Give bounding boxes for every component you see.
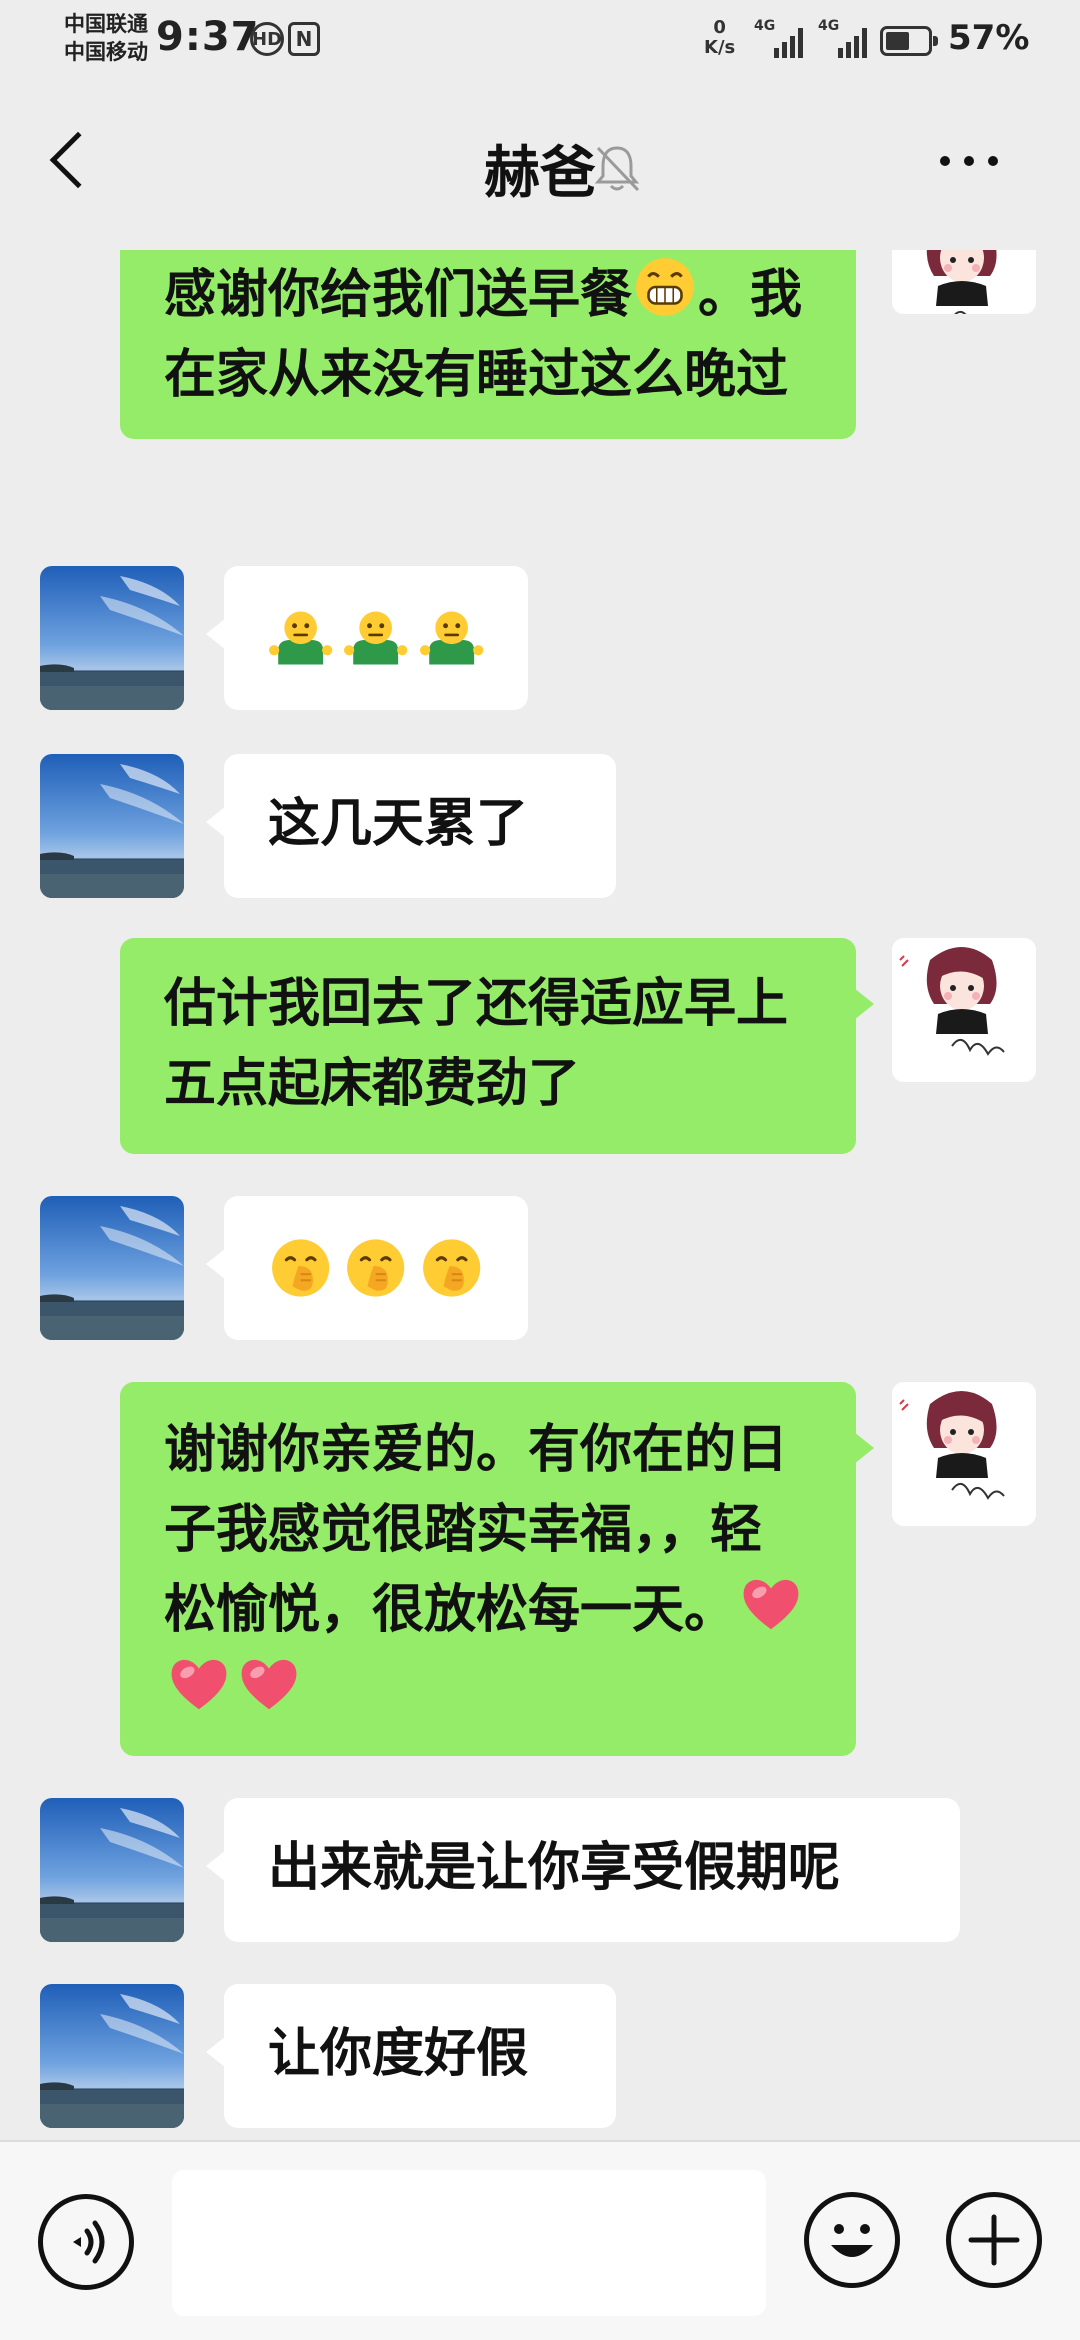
- shrug-emoji: [419, 604, 484, 672]
- contact-avatar[interactable]: [40, 754, 184, 898]
- grin-emoji: [632, 254, 698, 320]
- message-bubble-mine[interactable]: 谢谢你亲爱的。有你在的日子我感觉很踏实幸福，，轻松愉悦，很放松每一天。: [120, 1382, 874, 1756]
- emoji-button[interactable]: [804, 2192, 900, 2288]
- message-bubble-mine[interactable]: 感谢你给我们送早餐 。我在家从来没有睡过这么晚过: [120, 250, 856, 439]
- heart-emoji: [736, 1573, 806, 1635]
- smiley-icon: [831, 2224, 873, 2257]
- dot-icon: [988, 156, 998, 166]
- hd-call-icon: HD: [250, 22, 284, 56]
- nfc-icon: N: [288, 22, 320, 56]
- message-bubble-theirs[interactable]: [206, 566, 528, 710]
- network-speed: 0 K/s: [704, 17, 736, 58]
- chuckle-emoji: [268, 1234, 333, 1302]
- heart-emoji: [234, 1653, 304, 1715]
- contact-avatar[interactable]: [40, 1798, 184, 1942]
- status-bar: 中国联通 中国移动 9:37 HD N 0 K/s 4G 4G 57%: [0, 0, 1080, 80]
- carrier-1: 中国联通: [64, 12, 148, 36]
- contact-avatar[interactable]: [40, 1984, 184, 2128]
- my-avatar[interactable]: [892, 250, 1036, 314]
- battery-icon: [880, 26, 938, 56]
- clock: 9:37: [156, 14, 260, 60]
- battery-percent: 57%: [948, 18, 1030, 58]
- chuckle-emoji: [419, 1234, 484, 1302]
- signal-2-icon: 4G: [818, 18, 878, 58]
- message-list[interactable]: 感谢你给我们送早餐 。我在家从来没有睡过这么晚过 这几天累了 估计我回去了还得适…: [0, 250, 1080, 2140]
- shrug-emoji: [268, 604, 333, 672]
- plus-button[interactable]: [946, 2192, 1042, 2288]
- voice-button[interactable]: [38, 2194, 134, 2290]
- carrier-names: 中国联通 中国移动: [64, 10, 148, 66]
- message-bubble-mine[interactable]: 估计我回去了还得适应早上五点起床都费劲了: [120, 938, 874, 1154]
- chat-title[interactable]: 赫爸: [0, 128, 1080, 209]
- shrug-emoji: [343, 604, 408, 672]
- message-input[interactable]: [172, 2170, 766, 2316]
- signal-1-icon: 4G: [754, 18, 814, 58]
- more-options-button[interactable]: [940, 156, 1020, 176]
- input-bar: [0, 2140, 1080, 2340]
- contact-avatar[interactable]: [40, 566, 184, 710]
- bell-muted-icon: [594, 146, 640, 192]
- message-bubble-theirs[interactable]: [206, 1196, 528, 1340]
- heart-emoji: [164, 1653, 234, 1715]
- plus-icon: [968, 2214, 1020, 2266]
- my-avatar[interactable]: [892, 938, 1036, 1082]
- dot-icon: [940, 156, 950, 166]
- dot-icon: [964, 156, 974, 166]
- voice-icon: [73, 2220, 105, 2264]
- contact-avatar[interactable]: [40, 1196, 184, 1340]
- battery-fill: [886, 32, 909, 50]
- chuckle-emoji: [343, 1234, 408, 1302]
- chat-header: 赫爸: [0, 80, 1080, 250]
- message-bubble-theirs[interactable]: 让你度好假: [206, 1984, 616, 2128]
- message-bubble-theirs[interactable]: 出来就是让你享受假期呢: [206, 1798, 960, 1942]
- message-bubble-theirs[interactable]: 这几天累了: [206, 754, 616, 898]
- my-avatar[interactable]: [892, 1382, 1036, 1526]
- carrier-2: 中国移动: [64, 40, 148, 64]
